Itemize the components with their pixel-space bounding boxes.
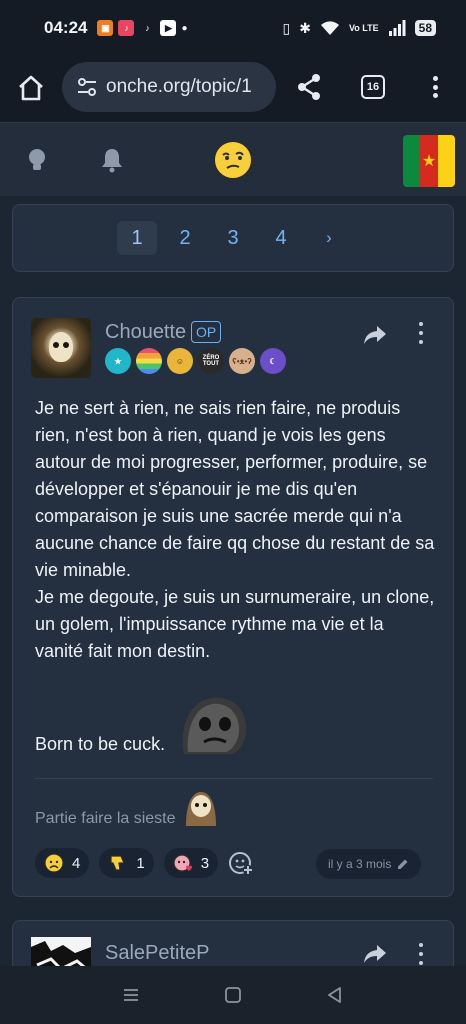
post-body: Je ne sert à rien, ne sais rien faire, n… [35, 395, 435, 758]
moon-badge-icon[interactable]: ☾ [260, 348, 286, 374]
sad-face-icon [44, 853, 64, 873]
owl-sticker-icon [185, 792, 216, 826]
post-menu-icon[interactable] [416, 943, 426, 965]
signal-icon [388, 20, 406, 36]
wojak-sticker-icon[interactable] [174, 692, 252, 756]
user-badges: ★ ☺ ZÉRO TOUT ʕ•ᴥ•ʔ ☾ [105, 348, 286, 374]
bluetooth-icon: ✱ [299, 19, 311, 36]
heart-kiss-icon [173, 854, 192, 872]
next-page-button[interactable]: › [305, 221, 353, 255]
thumbs-down-icon [110, 855, 125, 871]
reaction-count: 1 [136, 854, 145, 872]
post-closing-text: Born to be cuck. [35, 734, 166, 754]
share-post-icon[interactable] [363, 943, 387, 965]
more-notifications-dot-icon: ● [181, 22, 188, 34]
tab-switcher-button[interactable]: 16 [361, 75, 385, 99]
edit-pencil-icon [398, 859, 408, 869]
vibrate-icon: ▯ [282, 19, 291, 36]
system-icons: ▯ ✱ Vo LTE 58 [283, 20, 436, 37]
network-type: Vo LTE [348, 22, 379, 33]
site-settings-icon[interactable] [76, 76, 98, 98]
youtube-notification-icon: ▶ [160, 20, 177, 36]
zero-tout-badge-icon[interactable]: ZÉRO TOUT [198, 348, 224, 374]
browser-menu-icon[interactable] [424, 72, 446, 102]
post-author[interactable]: Chouette [105, 321, 186, 344]
forum-post: Chouette OP ★ ☺ ZÉRO TOUT ʕ•ᴥ•ʔ ☾ Je ne … [12, 297, 454, 897]
post-author[interactable]: SalePetiteP [105, 942, 210, 965]
bell-icon[interactable] [99, 147, 125, 173]
wifi-icon [320, 21, 339, 35]
music-notification-icon: ♪ [118, 20, 135, 36]
page-link-1[interactable]: 1 [117, 221, 157, 255]
site-header: ★ [0, 122, 466, 196]
notification-icons: ▣ ♪ ♪ ▶ ● [97, 20, 188, 36]
onche-logo-icon[interactable] [212, 139, 254, 181]
rainbow-badge-icon[interactable] [136, 348, 162, 374]
bear-badge-icon[interactable]: ʕ•ᴥ•ʔ [229, 348, 255, 374]
page-link-3[interactable]: 3 [209, 221, 257, 255]
battery-level: 58 [414, 20, 436, 36]
page-link-4[interactable]: 4 [257, 221, 305, 255]
reaction-count: 3 [200, 854, 210, 872]
smiley-badge-icon[interactable]: ☺ [167, 348, 193, 374]
address-bar[interactable]: onche.org/topic/1 [62, 62, 276, 112]
signature: Partie faire la sieste [35, 790, 220, 828]
url-text: onche.org/topic/1 [106, 76, 252, 97]
star-badge-icon[interactable]: ★ [105, 348, 131, 374]
reaction-heart-kiss[interactable]: 3 [163, 848, 219, 878]
home-nav-icon[interactable] [223, 985, 243, 1005]
status-bar: 04:24 ▣ ♪ ♪ ▶ ● ▯ ✱ Vo LTE 58 [0, 0, 466, 56]
back-icon[interactable] [325, 985, 345, 1005]
recent-apps-icon[interactable] [121, 985, 141, 1005]
tiktok-notification-icon: ♪ [145, 23, 150, 33]
system-navigation-bar [0, 966, 466, 1024]
share-post-icon[interactable] [363, 324, 387, 346]
status-time: 04:24 [44, 18, 88, 37]
post-menu-icon[interactable] [416, 322, 426, 344]
pagination: 1 2 3 4 › [12, 204, 454, 272]
browser-toolbar: onche.org/topic/1 16 [0, 56, 466, 122]
signature-text: Partie faire la sieste [35, 810, 176, 827]
post-timestamp[interactable]: il y a 3 mois [316, 849, 422, 879]
timestamp-text: il y a 3 mois [328, 857, 392, 871]
post-paragraph: Je me degoute, je suis un surnumeraire, … [35, 587, 435, 661]
reaction-sad[interactable]: 4 [35, 848, 90, 878]
signature-divider [35, 778, 433, 779]
reaction-count: 4 [72, 854, 81, 872]
avatar[interactable] [31, 318, 91, 378]
cameroon-flag-icon[interactable]: ★ [403, 135, 455, 187]
app-notification-icon: ▣ [97, 20, 114, 36]
post-closing-line: Born to be cuck. [35, 692, 435, 758]
post-paragraph: Je ne sert à rien, ne sais rien faire, n… [35, 398, 435, 580]
op-badge: OP [191, 321, 222, 343]
add-reaction-icon[interactable] [228, 850, 254, 876]
home-icon[interactable] [17, 74, 45, 102]
reaction-thumbs-down[interactable]: 1 [99, 848, 154, 878]
reactions-bar: 4 1 3 [35, 848, 254, 878]
page-link-2[interactable]: 2 [161, 221, 209, 255]
lightbulb-icon[interactable] [25, 147, 49, 173]
share-icon[interactable] [296, 73, 322, 101]
